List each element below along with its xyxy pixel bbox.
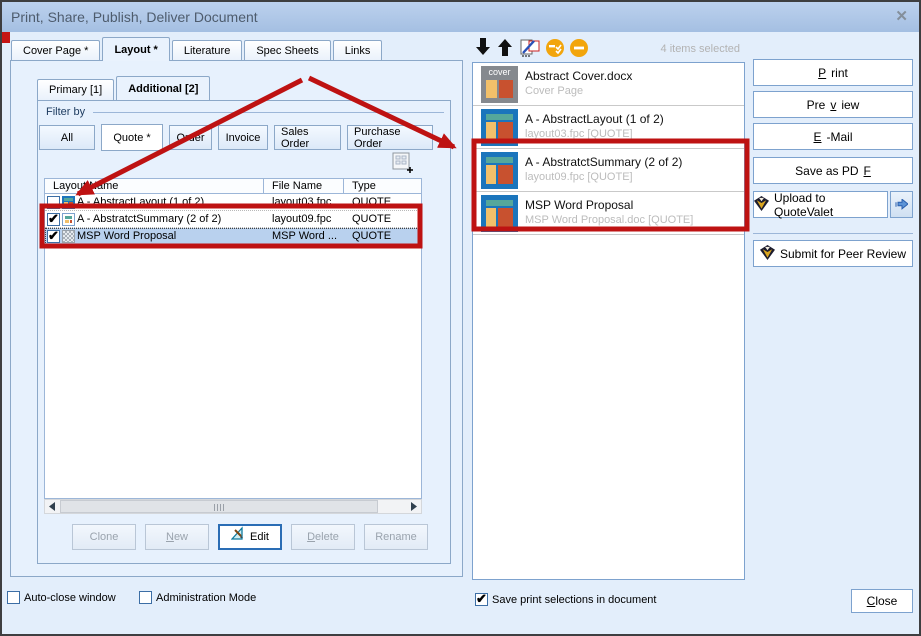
items-selected-status: 4 items selected: [661, 43, 740, 55]
tab-cover-page[interactable]: Cover Page *: [11, 40, 100, 61]
filter-quote-button[interactable]: Quote *: [101, 124, 163, 151]
layout-thumbnail-icon: [62, 213, 75, 226]
main-tab-strip: Cover Page * Layout * Literature Spec Sh…: [11, 37, 384, 61]
column-header-file-name[interactable]: File Name: [264, 179, 344, 193]
new-button[interactable]: New: [145, 524, 209, 550]
tab-layout[interactable]: Layout *: [102, 37, 169, 61]
list-item[interactable]: MSP Word Proposal MSP Word Proposal.doc …: [473, 192, 744, 235]
layout-tab-page: Primary [1] Additional [2] Filter by All…: [10, 60, 463, 577]
row-checkbox[interactable]: ✔: [47, 213, 60, 226]
tab-links[interactable]: Links: [333, 40, 383, 61]
close-button[interactable]: Close: [851, 589, 913, 613]
row-checkbox[interactable]: [47, 196, 60, 209]
title-bar: Print, Share, Publish, Deliver Document …: [2, 2, 919, 32]
table-row[interactable]: ✔ A - AbstratctSummary (2 of 2) layout09…: [45, 211, 421, 228]
column-header-layout-name[interactable]: Layout Name: [45, 179, 264, 193]
filter-group-label: Filter by: [46, 106, 85, 118]
layout-table: Layout Name File Name Type A - AbstractL…: [44, 178, 422, 499]
print-button[interactable]: Print: [753, 59, 913, 86]
item-subtitle: layout03.fpc [QUOTE]: [525, 128, 633, 140]
filter-group-rule: [93, 112, 444, 113]
item-title: A - AbstratctSummary (2 of 2): [525, 155, 682, 169]
submit-for-peer-review-button[interactable]: Submit for Peer Review: [753, 240, 913, 267]
scrollbar-thumb[interactable]: [60, 500, 378, 513]
item-title: A - AbstractLayout (1 of 2): [525, 112, 664, 126]
edit-icon: [231, 526, 246, 548]
filter-button-row: All Quote * Order Invoice Sales Order Pu…: [39, 125, 433, 151]
administration-mode-label: Administration Mode: [156, 592, 256, 604]
upload-to-quotevalet-button[interactable]: Upload to QuoteValet: [753, 191, 888, 218]
list-item[interactable]: A - AbstractLayout (1 of 2) layout03.fpc…: [473, 106, 744, 149]
layout-thumbnail-icon: [481, 109, 518, 146]
save-print-selections-label: Save print selections in document: [492, 594, 656, 606]
rename-button[interactable]: Rename: [364, 524, 428, 550]
window-close-icon[interactable]: ✕: [895, 2, 908, 32]
layout-thumbnail-icon: [481, 195, 518, 232]
layout-thumbnail-icon: [62, 196, 75, 209]
layout-name: A - AbstractLayout (1 of 2): [77, 196, 204, 208]
layout-name: MSP Word Proposal: [77, 230, 176, 242]
auto-close-checkbox[interactable]: Auto-close window: [7, 591, 116, 604]
window-title: Print, Share, Publish, Deliver Document: [11, 9, 258, 25]
layout-type: QUOTE: [344, 196, 421, 208]
auto-close-label: Auto-close window: [24, 592, 116, 604]
save-print-selections-checkbox[interactable]: ✔ Save print selections in document: [475, 593, 656, 606]
filter-purchase-order-button[interactable]: Purchase Order: [347, 125, 433, 150]
item-title: Abstract Cover.docx: [525, 69, 632, 83]
layout-thumbnail-icon: [481, 152, 518, 189]
additional-tab-page: Filter by All Quote * Order Invoice Sale…: [37, 100, 451, 564]
tab-spec-sheets[interactable]: Spec Sheets: [244, 40, 330, 61]
selected-documents-list: cover Abstract Cover.docx Cover Page A -…: [472, 62, 745, 580]
item-title: MSP Word Proposal: [525, 198, 633, 212]
email-button[interactable]: E-Mail: [753, 123, 913, 150]
table-row[interactable]: A - AbstractLayout (1 of 2) layout03.fpc…: [45, 194, 421, 211]
cover-page-icon: cover: [481, 66, 518, 103]
table-row-selected[interactable]: ✔ MSP Word Proposal MSP Word ... QUOTE: [45, 228, 421, 245]
uncheck-all-icon[interactable]: [545, 38, 565, 58]
button-separator: [753, 233, 913, 234]
row-checkbox[interactable]: ✔: [47, 230, 60, 243]
move-down-icon[interactable]: [475, 38, 495, 58]
quotevalet-icon: [754, 196, 769, 214]
edit-button[interactable]: Edit: [218, 524, 282, 550]
file-name: layout09.fpc: [264, 213, 344, 225]
layout-type: QUOTE: [344, 213, 421, 225]
save-as-pdf-button[interactable]: Save as PDF: [753, 157, 913, 184]
quotevalet-icon: [760, 245, 775, 263]
remove-item-icon[interactable]: [569, 38, 589, 58]
word-doc-icon: [62, 230, 75, 243]
list-item[interactable]: cover Abstract Cover.docx Cover Page: [473, 63, 744, 106]
delete-button[interactable]: Delete: [291, 524, 355, 550]
file-name: layout03.fpc: [264, 196, 344, 208]
annotation-marker: [2, 32, 10, 43]
item-subtitle: Cover Page: [525, 85, 583, 97]
column-header-type[interactable]: Type: [344, 179, 421, 193]
layout-name: A - AbstratctSummary (2 of 2): [77, 213, 221, 225]
filter-invoice-button[interactable]: Invoice: [218, 125, 268, 150]
filter-all-button[interactable]: All: [39, 125, 95, 150]
item-subtitle: layout09.fpc [QUOTE]: [525, 171, 633, 183]
edit-selection-list-icon[interactable]: [520, 38, 540, 58]
horizontal-scrollbar[interactable]: [44, 499, 422, 514]
filter-sales-order-button[interactable]: Sales Order: [274, 125, 341, 150]
sub-tab-strip: Primary [1] Additional [2]: [37, 76, 212, 100]
clone-button[interactable]: Clone: [72, 524, 136, 550]
layout-type: QUOTE: [344, 230, 421, 242]
column-picker-icon[interactable]: [392, 152, 413, 173]
scroll-right-icon[interactable]: [406, 500, 421, 513]
move-up-icon[interactable]: [497, 38, 517, 58]
filter-order-button[interactable]: Order: [169, 125, 212, 150]
tab-literature[interactable]: Literature: [172, 40, 242, 61]
upload-options-arrow-button[interactable]: [890, 191, 913, 218]
administration-mode-checkbox[interactable]: Administration Mode: [139, 591, 256, 604]
layout-table-header: Layout Name File Name Type: [45, 179, 421, 194]
scroll-left-icon[interactable]: [45, 500, 60, 513]
preview-button[interactable]: Preview: [753, 91, 913, 118]
tab-primary[interactable]: Primary [1]: [37, 79, 114, 100]
list-item[interactable]: A - AbstratctSummary (2 of 2) layout09.f…: [473, 149, 744, 192]
item-subtitle: MSP Word Proposal.doc [QUOTE]: [525, 214, 693, 226]
print-share-dialog: Print, Share, Publish, Deliver Document …: [0, 0, 921, 636]
file-name: MSP Word ...: [264, 230, 344, 242]
tab-additional[interactable]: Additional [2]: [116, 76, 210, 100]
